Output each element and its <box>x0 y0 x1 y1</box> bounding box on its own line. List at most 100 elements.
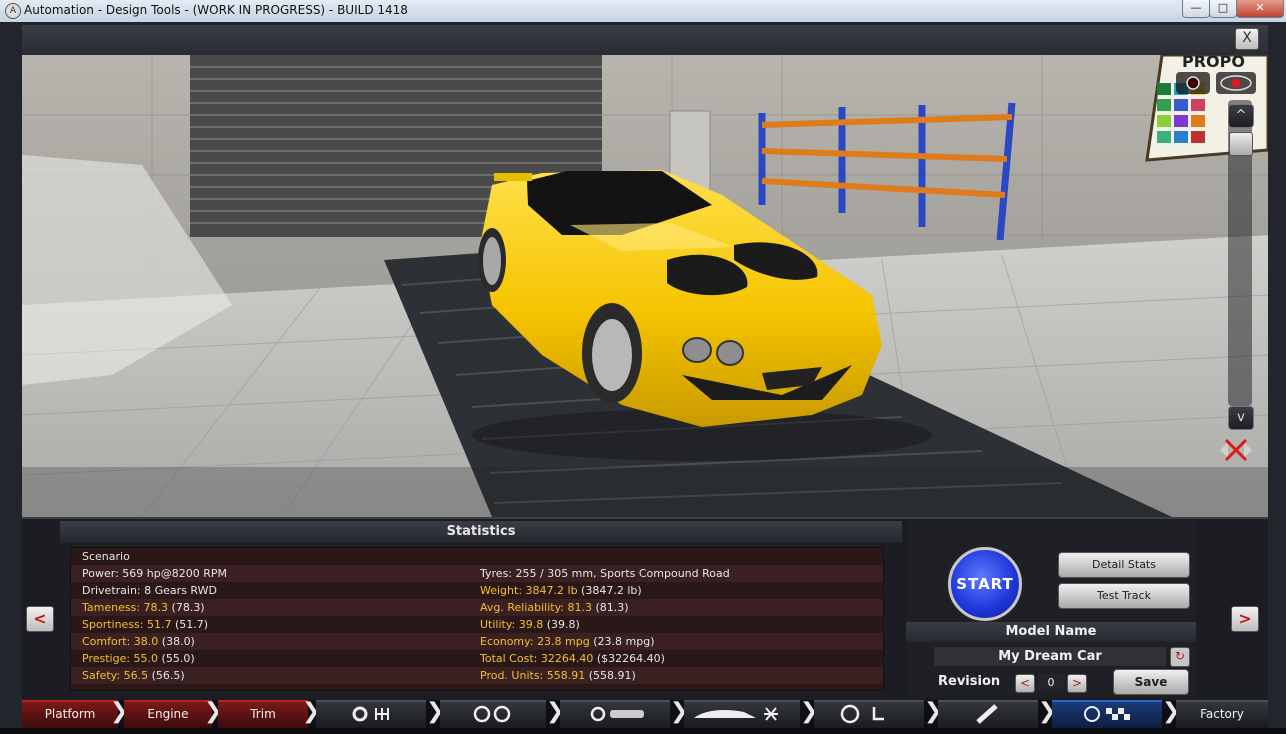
zoom-slider-thumb[interactable] <box>1229 132 1253 156</box>
stat-extra: (39.8) <box>543 618 580 631</box>
test-track-button[interactable]: Test Track <box>1058 583 1190 609</box>
tab-interior[interactable] <box>814 700 924 728</box>
stats-row: Safety: 56.5 (56.5) Prod. Units: 558.91 (… <box>71 667 883 684</box>
stats-row: Comfort: 38.0 (38.0) Economy: 23.8 mpg (2… <box>71 633 883 650</box>
stat-value: 56.5 <box>123 669 149 682</box>
chevron-right-icon: ❯ <box>800 699 819 724</box>
stat-value: 8 Gears RWD <box>144 584 217 597</box>
stats-row: Prestige: 55.0 (55.0) Total Cost: 32264.4… <box>71 650 883 667</box>
gearbox-icon <box>352 706 389 722</box>
stat-value: 51.7 <box>147 618 172 631</box>
wheels-icon <box>473 705 511 723</box>
stat-extra: (56.5) <box>148 669 185 682</box>
tab-testing[interactable] <box>1052 700 1162 728</box>
start-button[interactable]: START <box>948 547 1022 621</box>
stat-extra: (558.91) <box>585 669 636 682</box>
camera-icon[interactable] <box>1176 72 1210 94</box>
tab-body[interactable] <box>684 700 800 728</box>
stat-value: 78.3 <box>143 601 169 614</box>
stat-left: Drivetrain: 8 Gears RWD <box>82 582 217 599</box>
maximize-button[interactable]: □ <box>1209 0 1237 18</box>
stat-value: 81.3 <box>567 601 593 614</box>
tab-suspension[interactable] <box>938 700 1038 728</box>
stat-label: Tyres: <box>480 567 516 580</box>
model-name-field[interactable]: My Dream Car <box>934 647 1166 666</box>
stat-extra: ($32264.40) <box>593 652 665 665</box>
car-viewport[interactable]: PROPO <box>22 55 1268 517</box>
zoom-in-button[interactable]: ^ <box>1228 104 1254 128</box>
tab-chassis[interactable] <box>560 700 670 728</box>
revision-label: Revision <box>938 674 1001 689</box>
model-name-header: Model Name <box>906 622 1196 642</box>
stat-right: Prod. Units: 558.91 (558.91) <box>480 667 636 684</box>
stat-extra: (78.3) <box>168 601 205 614</box>
stat-value: 23.8 mpg <box>537 635 590 648</box>
revision-value: 0 <box>1038 674 1064 691</box>
tab-gearbox[interactable] <box>316 700 426 728</box>
stat-label: Weight: <box>480 584 526 597</box>
stat-extra: (81.3) <box>592 601 629 614</box>
app-icon: A <box>5 3 21 19</box>
stats-row: Tameness: 78.3 (78.3) Avg. Reliability: 8… <box>71 599 883 616</box>
stat-right: Economy: 23.8 mpg (23.8 mpg) <box>480 633 654 650</box>
stat-label: Power: <box>82 567 123 580</box>
stat-label: Sportiness: <box>82 618 147 631</box>
tab-wheels[interactable] <box>440 700 546 728</box>
stat-label: Prod. Units: <box>480 669 547 682</box>
stat-left: Scenario <box>82 548 130 565</box>
stat-label: Drivetrain: <box>82 584 145 597</box>
stat-left: Tameness: 78.3 (78.3) <box>82 599 205 616</box>
stat-extra: (23.8 mpg) <box>589 635 655 648</box>
stat-label: Total Cost: <box>480 652 541 665</box>
stat-label: Economy: <box>480 635 538 648</box>
stats-row: Scenario <box>71 548 883 565</box>
rotate-disabled-icon[interactable] <box>1216 436 1256 464</box>
stat-left: Sportiness: 51.7 (51.7) <box>82 616 208 633</box>
steering-wheel-icon <box>840 704 884 724</box>
chevron-right-icon: ❯ <box>546 699 565 724</box>
minimize-button[interactable]: — <box>1182 0 1210 18</box>
tab-platform[interactable]: Platform <box>22 700 118 728</box>
next-button[interactable]: > <box>1231 606 1259 632</box>
chevron-right-icon: ❯ <box>110 699 129 724</box>
chevron-right-icon: ❯ <box>1162 699 1181 724</box>
stats-row: Power: 569 hp@8200 RPM Tyres: 255 / 305 m… <box>71 565 883 582</box>
refresh-icon[interactable]: ↻ <box>1170 647 1190 667</box>
save-button[interactable]: Save <box>1113 669 1189 695</box>
stat-extra: (3847.2 lb) <box>577 584 642 597</box>
chevron-right-icon: ❯ <box>204 699 223 724</box>
stat-right: Tyres: 255 / 305 mm, Sports Compound Roa… <box>480 565 730 582</box>
stat-label: Comfort: <box>82 635 134 648</box>
stat-value: 55.0 <box>133 652 159 665</box>
stat-label: Tameness: <box>82 601 144 614</box>
chassis-icon <box>590 706 644 722</box>
tab-engine[interactable]: Engine <box>124 700 212 728</box>
revision-increment-button[interactable]: > <box>1067 674 1087 693</box>
chevron-right-icon: ❯ <box>426 699 445 724</box>
poster-text: PROPO <box>1182 55 1245 71</box>
previous-button[interactable]: < <box>26 606 54 632</box>
stat-right: Avg. Reliability: 81.3 (81.3) <box>480 599 629 616</box>
window-title: Automation - Design Tools - (WORK IN PRO… <box>24 3 408 17</box>
chevron-right-icon: ❯ <box>1038 699 1057 724</box>
revision-decrement-button[interactable]: < <box>1015 674 1035 693</box>
car-body-icon <box>694 707 778 721</box>
window-close-button[interactable]: ✕ <box>1236 0 1284 18</box>
stat-value: 32264.40 <box>540 652 594 665</box>
stat-right: Weight: 3847.2 lb (3847.2 lb) <box>480 582 642 599</box>
stat-value: 255 / 305 mm, Sports Compound Road <box>515 567 730 580</box>
close-viewer-button[interactable]: X <box>1235 28 1259 50</box>
tab-factory[interactable]: Factory <box>1176 700 1268 728</box>
eye-icon[interactable] <box>1216 72 1256 94</box>
chevron-right-icon: ❯ <box>924 699 943 724</box>
suspension-icon <box>976 704 998 724</box>
stats-row: Sportiness: 51.7 (51.7) Utility: 39.8 (39… <box>71 616 883 633</box>
stat-left: Safety: 56.5 (56.5) <box>82 667 185 684</box>
stat-value: 38.0 <box>133 635 159 648</box>
detail-stats-button[interactable]: Detail Stats <box>1058 552 1190 578</box>
stat-label: Prestige: <box>82 652 134 665</box>
tab-trim[interactable]: Trim <box>218 700 308 728</box>
zoom-out-button[interactable]: v <box>1228 406 1254 430</box>
chevron-right-icon: ❯ <box>670 699 689 724</box>
stat-label: Safety: <box>82 669 124 682</box>
